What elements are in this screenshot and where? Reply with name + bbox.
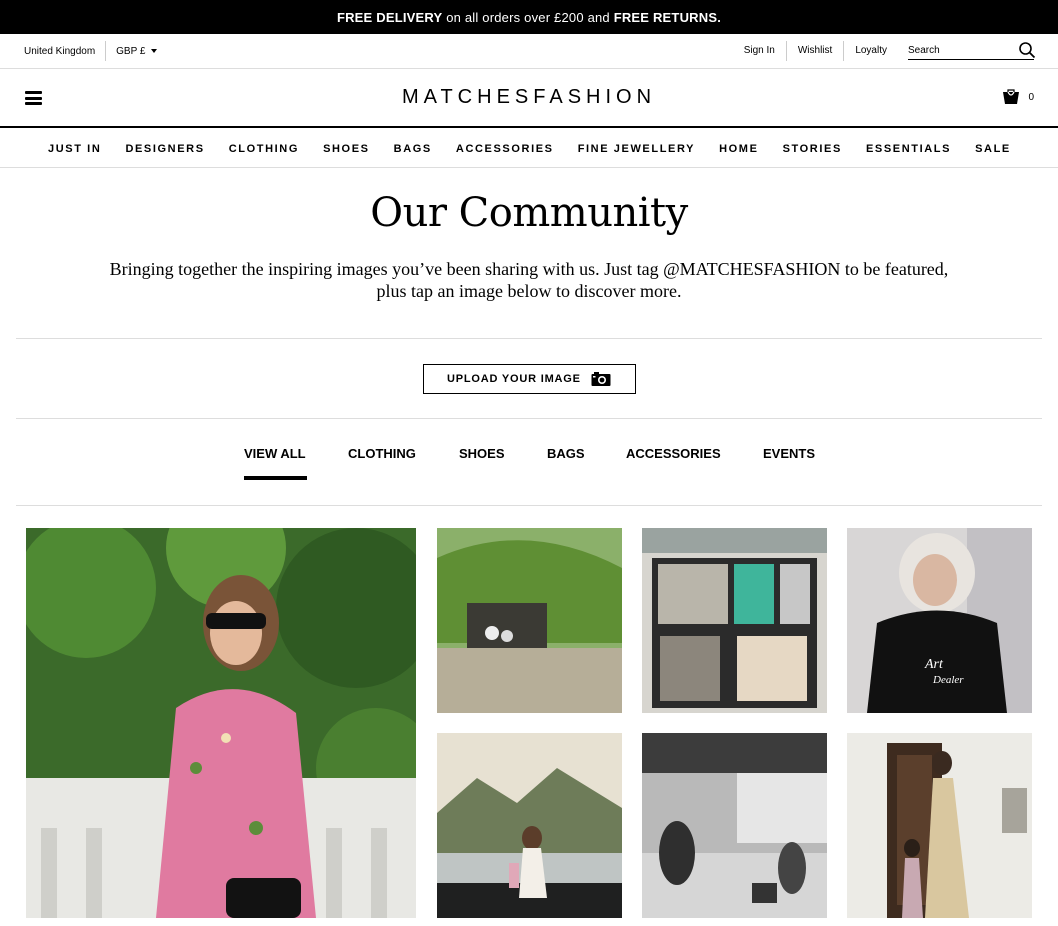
search-icon[interactable] xyxy=(1018,41,1036,59)
community-photo-doorway[interactable] xyxy=(847,733,1032,918)
nav-shoes[interactable]: SHOES xyxy=(323,143,370,155)
tab-bags[interactable]: BAGS xyxy=(547,446,585,461)
svg-text:Art: Art xyxy=(924,657,944,672)
search-placeholder: Search xyxy=(908,45,940,56)
upload-section: UPLOAD YOUR IMAGE xyxy=(16,338,1042,419)
promo-bar[interactable]: FREE DELIVERY on all orders over £200 an… xyxy=(0,0,1058,34)
upload-image-button[interactable]: UPLOAD YOUR IMAGE xyxy=(423,364,636,394)
community-photo-large[interactable] xyxy=(26,528,416,918)
community-intro: Bringing together the inspiring images y… xyxy=(80,258,978,302)
utility-bar: United Kingdom GBP £ Sign In Wishlist Lo… xyxy=(0,34,1058,69)
nav-stories[interactable]: STORIES xyxy=(783,143,842,155)
community-photo-pavilion[interactable] xyxy=(642,733,827,918)
wishlist-link[interactable]: Wishlist xyxy=(787,41,845,61)
promo-orders-text: on all orders over £200 and xyxy=(446,9,610,25)
tab-shoes[interactable]: SHOES xyxy=(459,446,505,461)
filter-tabs: VIEW ALL CLOTHING SHOES BAGS ACCESSORIES… xyxy=(16,419,1042,506)
nav-designers[interactable]: DESIGNERS xyxy=(125,143,204,155)
search-input[interactable]: Search xyxy=(908,41,1036,60)
nav-fine-jewellery[interactable]: FINE JEWELLERY xyxy=(578,143,695,155)
site-header: MATCHESFASHION 0 xyxy=(0,69,1058,128)
shopping-bag-icon xyxy=(1003,89,1020,104)
svg-text:Dealer: Dealer xyxy=(932,674,964,686)
region-selector[interactable]: United Kingdom xyxy=(24,46,95,57)
promo-free-returns: FREE RETURNS. xyxy=(613,9,722,25)
loyalty-link[interactable]: Loyalty xyxy=(844,41,898,61)
nav-accessories[interactable]: ACCESSORIES xyxy=(456,143,554,155)
community-photo-ivy-house[interactable] xyxy=(437,528,622,713)
camera-icon xyxy=(591,372,611,386)
community-photo-mountains[interactable] xyxy=(437,733,622,918)
intro-line-2: plus tap an image below to discover more… xyxy=(376,281,682,301)
shopping-bag-button[interactable]: 0 xyxy=(1002,89,1034,105)
logo[interactable]: MATCHESFASHION xyxy=(0,86,1058,109)
community-photo-art-dealer[interactable]: Art Dealer xyxy=(847,528,1032,713)
intro-line-1: Bringing together the inspiring images y… xyxy=(109,259,949,279)
page-title: Our Community xyxy=(370,190,688,236)
nav-essentials[interactable]: ESSENTIALS xyxy=(866,143,951,155)
bag-count: 0 xyxy=(1028,91,1034,103)
promo-free-delivery: FREE DELIVERY xyxy=(336,9,443,25)
main-navigation: JUST IN DESIGNERS CLOTHING SHOES BAGS AC… xyxy=(0,130,1058,168)
tab-events[interactable]: EVENTS xyxy=(763,446,815,461)
tab-clothing[interactable]: CLOTHING xyxy=(348,446,416,461)
nav-bags[interactable]: BAGS xyxy=(394,143,432,155)
nav-sale[interactable]: SALE xyxy=(975,143,1011,155)
nav-home[interactable]: HOME xyxy=(719,143,758,155)
upload-button-label: UPLOAD YOUR IMAGE xyxy=(447,373,581,385)
currency-selector[interactable]: GBP £ xyxy=(116,45,158,57)
nav-clothing[interactable]: CLOTHING xyxy=(229,143,299,155)
caret-down-icon xyxy=(151,49,158,53)
utility-divider xyxy=(105,41,107,61)
community-photo-shelves[interactable] xyxy=(642,528,827,713)
tab-view-all[interactable]: VIEW ALL xyxy=(244,446,307,480)
tab-accessories[interactable]: ACCESSORIES xyxy=(626,446,721,461)
sign-in-link[interactable]: Sign In xyxy=(733,41,787,61)
nav-just-in[interactable]: JUST IN xyxy=(48,143,101,155)
currency-label: GBP £ xyxy=(116,45,146,57)
